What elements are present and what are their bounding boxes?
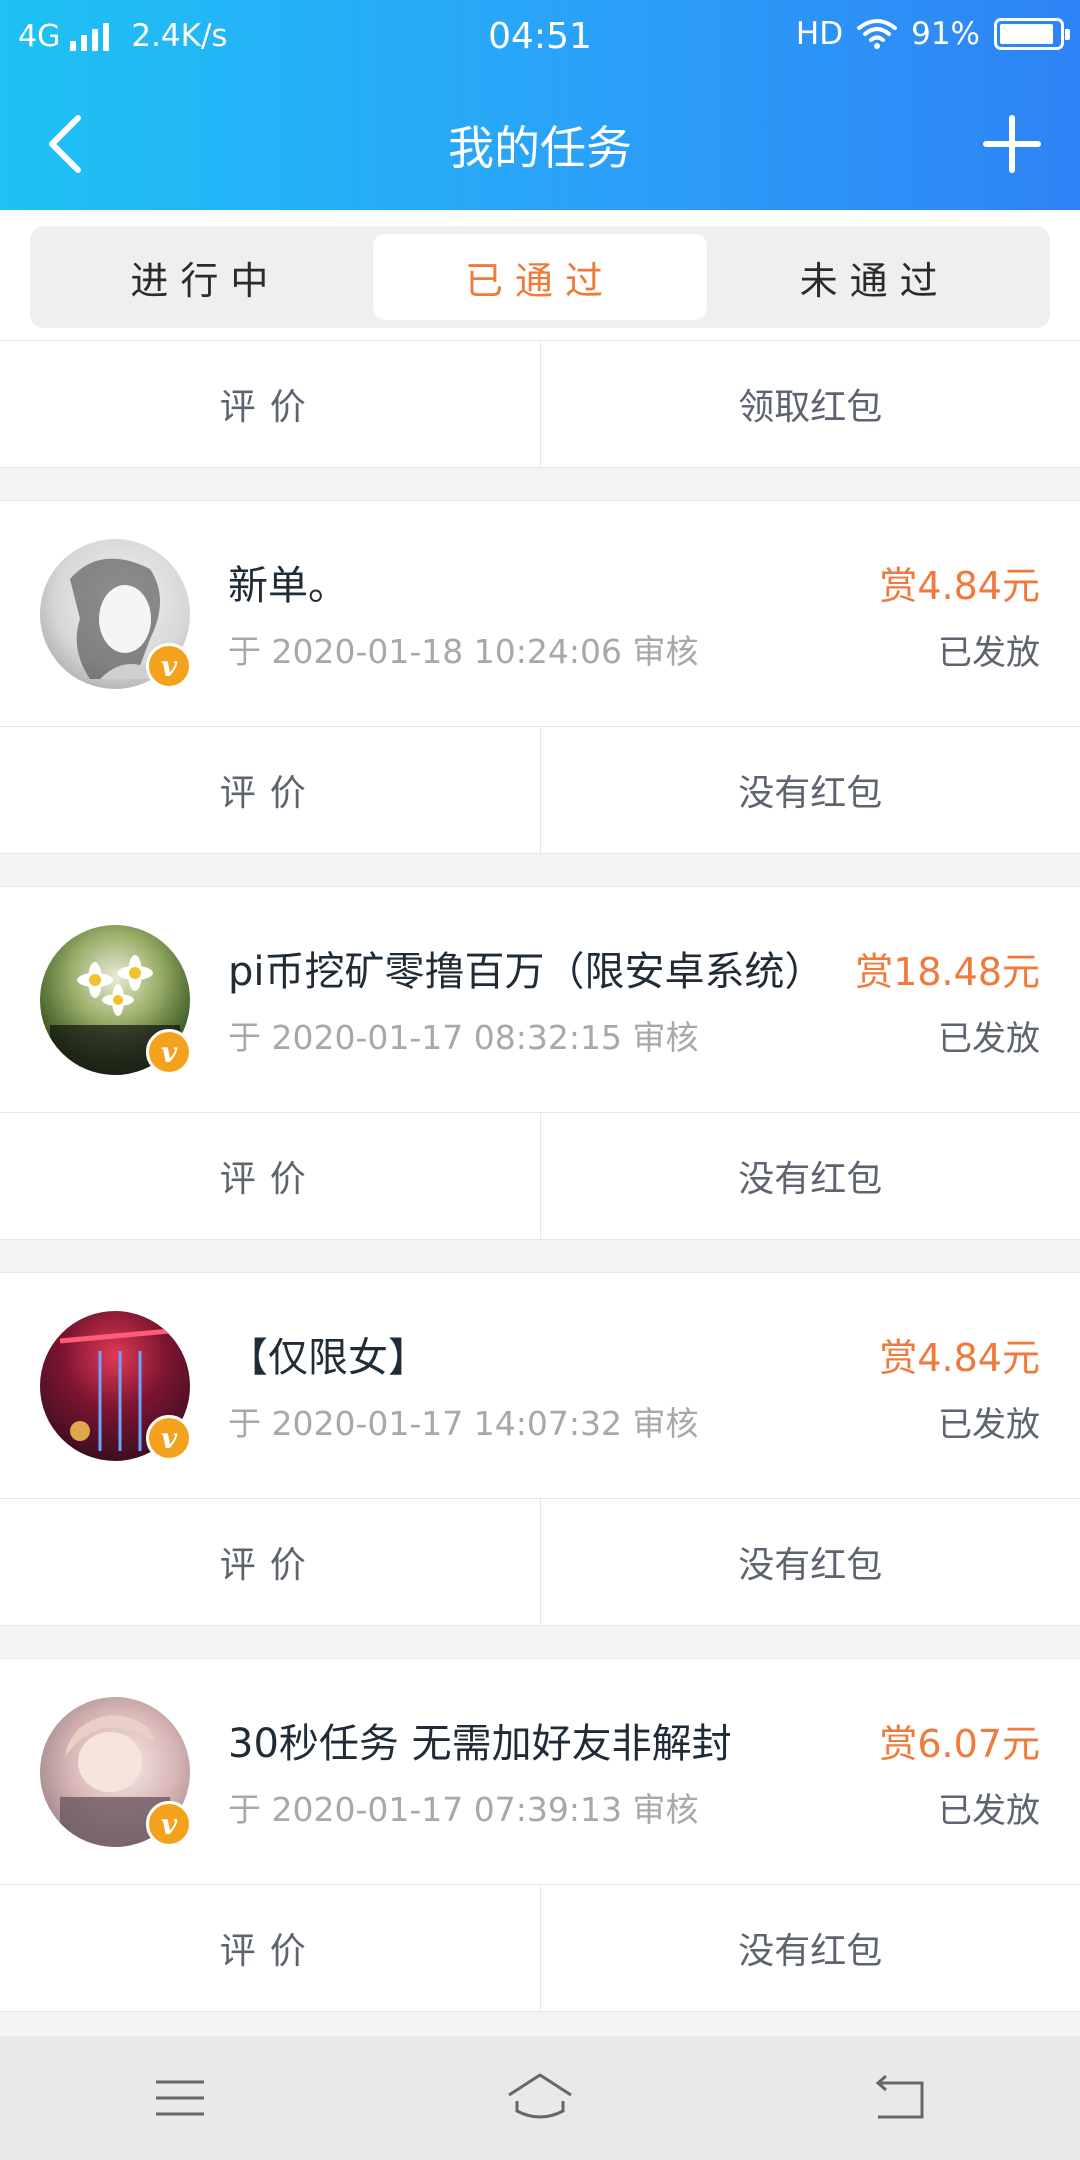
battery-percent: 91%: [911, 16, 980, 52]
home-button[interactable]: [490, 2058, 590, 2138]
task-item[interactable]: v 【仅限女】 于 2020-01-17 14:07:32 审核 赏4.84元 …: [0, 1272, 1080, 1498]
redpacket-button[interactable]: 没有红包: [539, 727, 1080, 853]
home-icon: [508, 2073, 572, 2119]
task-review-date: 于 2020-01-18 10:24:06 审核: [228, 632, 699, 671]
rate-button[interactable]: 评价: [0, 1885, 540, 2011]
return-icon: [875, 2074, 924, 2119]
title-bar: 我的任务: [0, 74, 1080, 210]
status-bar: 4G 2.4K/s 04:51 HD 91%: [0, 0, 1080, 74]
task-reward: 赏4.84元: [879, 564, 1040, 608]
action-row: 评价 没有红包: [0, 1884, 1080, 2012]
task-status: 已发放: [938, 633, 1040, 673]
status-right: HD 91%: [795, 16, 1070, 52]
segmented-tabs: 进行中 已通过 未通过: [30, 226, 1050, 328]
action-row: 评价 没有红包: [0, 726, 1080, 854]
action-row: 评价 领取红包: [0, 340, 1080, 468]
avatar: v: [40, 1311, 192, 1461]
menu-button[interactable]: [130, 2058, 230, 2138]
task-status: 已发放: [938, 1019, 1040, 1059]
verified-badge: v: [146, 1801, 192, 1847]
plus-icon: [983, 115, 1041, 173]
task-title: 30秒任务 无需加好友非解封: [228, 1721, 732, 1767]
page-title: 我的任务: [448, 121, 632, 175]
claim-redpacket-button[interactable]: 领取红包: [539, 341, 1080, 467]
action-row: 评价 没有红包: [0, 1498, 1080, 1626]
menu-icon: [156, 2080, 204, 2116]
add-task-button[interactable]: [972, 104, 1052, 184]
redpacket-button[interactable]: 没有红包: [539, 1113, 1080, 1239]
hd-indicator: HD: [795, 16, 844, 52]
task-title: 【仅限女】: [228, 1335, 428, 1381]
task-review-date: 于 2020-01-17 08:32:15 审核: [228, 1018, 699, 1057]
tab-in-progress[interactable]: 进行中: [38, 234, 373, 320]
task-item[interactable]: v 30秒任务 无需加好友非解封 于 2020-01-17 07:39:13 审…: [0, 1658, 1080, 1884]
divider: [0, 468, 1080, 500]
action-row: 评价 没有红包: [0, 1112, 1080, 1240]
task-review-date: 于 2020-01-17 14:07:32 审核: [228, 1404, 699, 1443]
divider: [0, 1240, 1080, 1272]
tabs-area: 进行中 已通过 未通过: [0, 210, 1080, 340]
rate-button[interactable]: 评价: [0, 727, 540, 853]
task-review-date: 于 2020-01-17 07:39:13 审核: [228, 1790, 699, 1829]
task-list: 评价 领取红包 v 新单。 于 2020-01-18 10:24:06 审核 赏…: [0, 340, 1080, 2012]
avatar: v: [40, 539, 192, 689]
verified-badge: v: [146, 643, 192, 689]
battery-icon: [994, 18, 1070, 50]
task-title: 新单。: [228, 563, 348, 609]
task-reward: 赏4.84元: [879, 1336, 1040, 1380]
task-item[interactable]: v pi币挖矿零撸百万（限安卓系统） 于 2020-01-17 08:32:15…: [0, 886, 1080, 1112]
task-status: 已发放: [938, 1405, 1040, 1445]
system-nav-bar: [0, 2036, 1080, 2160]
rate-button[interactable]: 评价: [0, 341, 540, 467]
verified-badge: v: [146, 1415, 192, 1461]
redpacket-button[interactable]: 没有红包: [539, 1499, 1080, 1625]
app-header: 4G 2.4K/s 04:51 HD 91% 我的任务: [0, 0, 1080, 210]
task-title: pi币挖矿零撸百万（限安卓系统）: [228, 949, 825, 995]
rate-button[interactable]: 评价: [0, 1113, 540, 1239]
rate-button[interactable]: 评价: [0, 1499, 540, 1625]
redpacket-button[interactable]: 没有红包: [539, 1885, 1080, 2011]
task-reward: 赏6.07元: [879, 1722, 1040, 1766]
wifi-icon: [857, 19, 898, 49]
tab-approved[interactable]: 已通过: [372, 234, 708, 320]
return-button[interactable]: [850, 2058, 950, 2138]
divider: [0, 854, 1080, 886]
verified-badge: v: [146, 1029, 192, 1075]
task-status: 已发放: [938, 1791, 1040, 1831]
task-reward: 赏18.48元: [855, 950, 1040, 994]
task-item[interactable]: v 新单。 于 2020-01-18 10:24:06 审核 赏4.84元 已发…: [0, 500, 1080, 726]
tab-rejected[interactable]: 未通过: [707, 234, 1042, 320]
avatar: v: [40, 1697, 192, 1847]
divider: [0, 1626, 1080, 1658]
avatar: v: [40, 925, 192, 1075]
